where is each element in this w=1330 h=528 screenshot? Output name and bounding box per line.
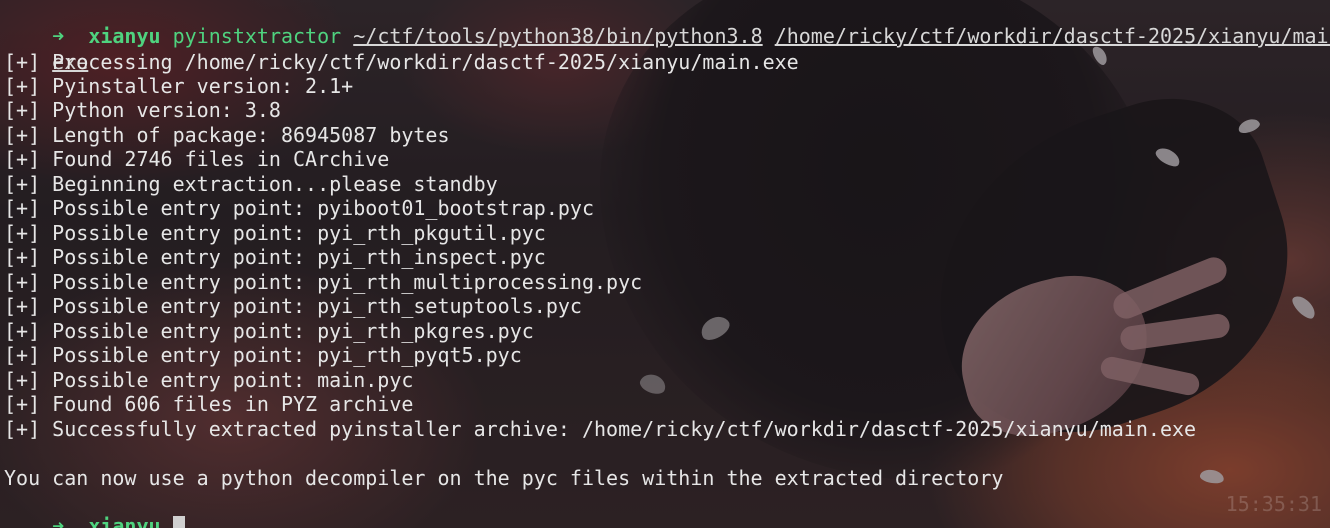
output-line: [+] Python version: 3.8 bbox=[4, 98, 281, 122]
output-line: [+] Processing /home/ricky/ctf/workdir/d… bbox=[4, 50, 799, 74]
command-arg-python-path: ~/ctf/tools/python38/bin/python3.8 bbox=[353, 24, 763, 48]
output-line: [+] Beginning extraction...please standb… bbox=[4, 172, 498, 196]
prompt-directory: xianyu bbox=[88, 24, 161, 48]
output-line: [+] Possible entry point: pyi_rth_inspec… bbox=[4, 245, 546, 269]
terminal-window[interactable]: ➜ xianyu pyinstxtractor ~/ctf/tools/pyth… bbox=[0, 0, 1330, 528]
output-line: [+] Possible entry point: main.pyc bbox=[4, 368, 414, 392]
output-line: [+] Found 2746 files in CArchive bbox=[4, 147, 390, 171]
output-line: [+] Possible entry point: pyiboot01_boot… bbox=[4, 196, 595, 220]
output-line: [+] Possible entry point: pyi_rth_pkgres… bbox=[4, 319, 534, 343]
output-line: [+] Possible entry point: pyi_rth_pyqt5.… bbox=[4, 343, 522, 367]
output-line: [+] Possible entry point: pyi_rth_setupt… bbox=[4, 294, 582, 318]
output-line: [+] Found 606 files in PYZ archive bbox=[4, 392, 414, 416]
output-line: [+] Successfully extracted pyinstaller a… bbox=[4, 417, 1197, 441]
output-line: [+] Possible entry point: pyi_rth_pkguti… bbox=[4, 221, 546, 245]
prompt-arrow-icon: ➜ bbox=[52, 514, 65, 528]
prompt-clock: 15:35:31 bbox=[1225, 492, 1322, 516]
prompt-directory: xianyu bbox=[88, 514, 161, 528]
text-cursor[interactable] bbox=[172, 516, 185, 528]
command-line-wrap: exe bbox=[4, 26, 88, 74]
output-line: [+] Length of package: 86945087 bytes bbox=[4, 123, 450, 147]
command-arg-target-file: /home/ricky/ctf/workdir/dasctf-2025/xian… bbox=[774, 24, 1330, 48]
output-line: [+] Pyinstaller version: 2.1+ bbox=[4, 74, 354, 98]
command-name: pyinstxtractor bbox=[172, 24, 342, 48]
command-line: ➜ xianyu pyinstxtractor ~/ctf/tools/pyth… bbox=[4, 0, 1330, 48]
output-line: [+] Possible entry point: pyi_rth_multip… bbox=[4, 270, 643, 294]
output-line: You can now use a python decompiler on t… bbox=[4, 466, 1004, 490]
active-prompt-line[interactable]: ➜ xianyu bbox=[4, 490, 185, 528]
